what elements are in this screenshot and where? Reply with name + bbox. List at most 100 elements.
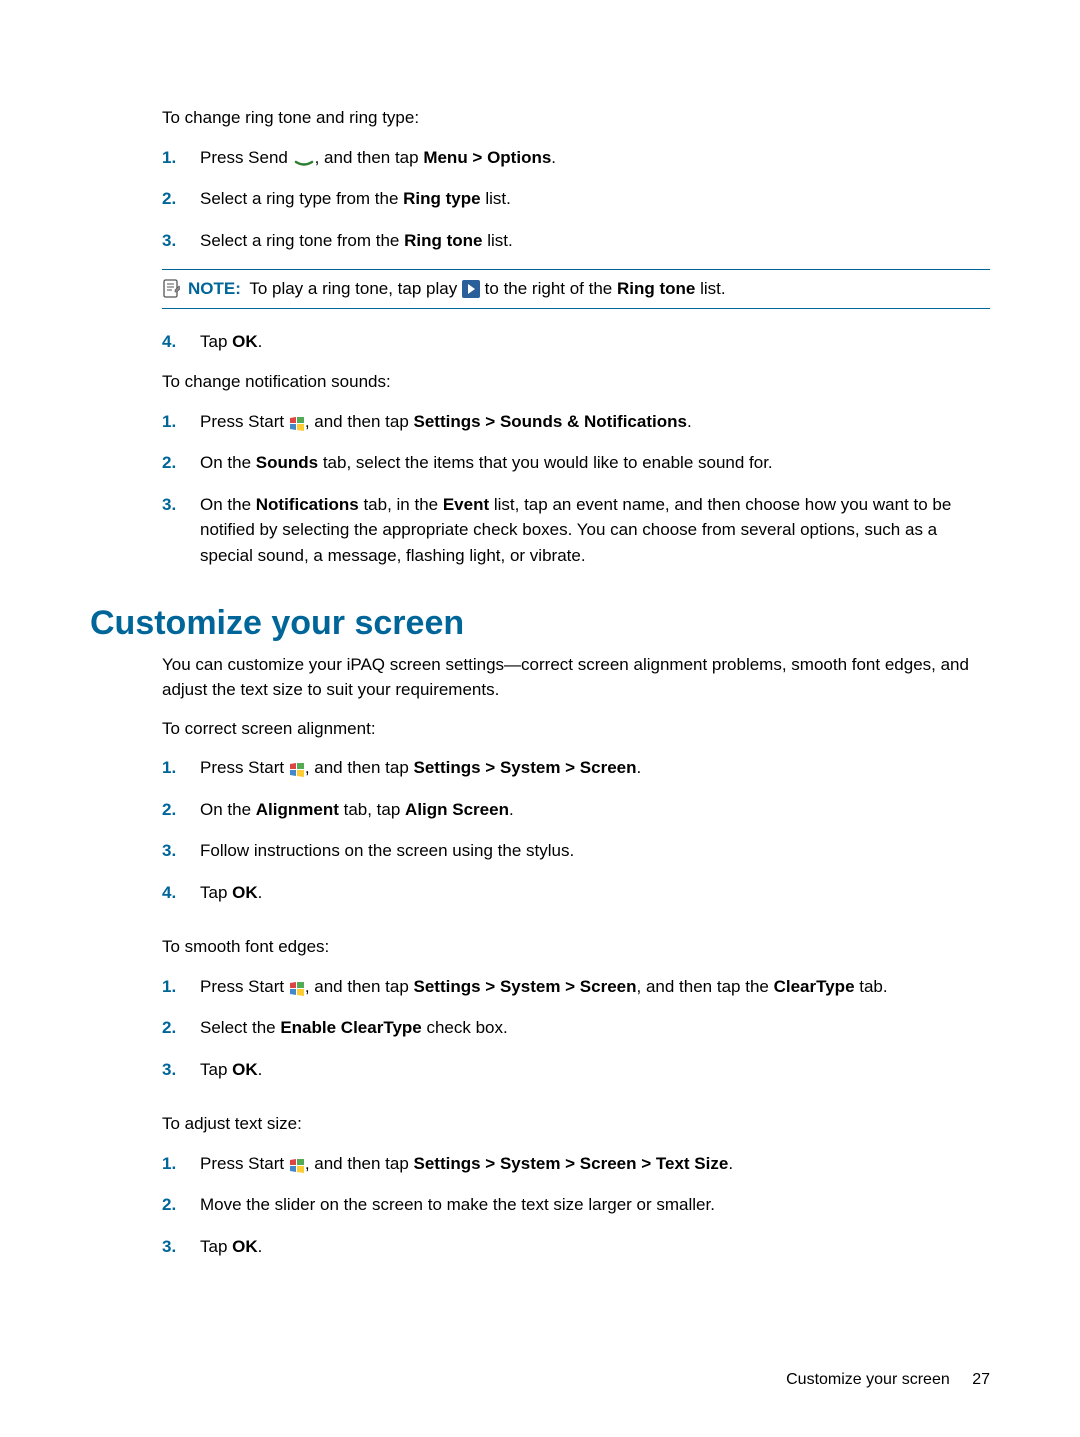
step-body: Press Start , and then tap Settings > Sy… [200,1151,990,1177]
intro-size: To adjust text size: [162,1112,990,1137]
text: , and then tap [315,148,424,167]
step-4: 4. Tap OK. [162,329,990,355]
text: list. [481,189,511,208]
start-icon [289,982,305,996]
steps-size: 1. Press Start , and then tap Settings >… [162,1151,990,1260]
step-2: 2. Move the slider on the screen to make… [162,1192,990,1218]
step-2: 2. On the Alignment tab, tap Align Scree… [162,797,990,823]
bold: Ring tone [617,279,695,298]
text: to the right of the [480,279,617,298]
step-num: 1. [162,755,200,781]
step-body: Press Start , and then tap Settings > Sy… [200,974,990,1000]
intro-ring: To change ring tone and ring type: [162,106,990,131]
text: Tap [200,1060,232,1079]
step-body: Tap OK. [200,329,990,355]
intro-smooth: To smooth font edges: [162,935,990,960]
text: , and then tap [305,1154,414,1173]
bold: OK [232,332,258,351]
bold: Ring tone [404,231,482,250]
intro-align: To correct screen alignment: [162,717,990,742]
steps-smooth: 1. Press Start , and then tap Settings >… [162,974,990,1083]
step-body: Press Start , and then tap Settings > So… [200,409,990,435]
step-num: 1. [162,1151,200,1177]
step-num: 2. [162,1015,200,1041]
bold: OK [232,1237,258,1256]
bold: Enable ClearType [280,1018,421,1037]
step-1: 1. Press Start , and then tap Settings >… [162,974,990,1000]
text: . [687,412,692,431]
step-3: 3. Follow instructions on the screen usi… [162,838,990,864]
steps-ring: 1. Press Send , and then tap Menu > Opti… [162,145,990,254]
bold: Align Screen [405,800,509,819]
bold: Sounds [256,453,318,472]
step-num: 3. [162,1057,200,1083]
step-body: Select a ring type from the Ring type li… [200,186,990,212]
text: Press Send [200,148,293,167]
step-body: Tap OK. [200,1234,990,1260]
note-content: NOTE: To play a ring tone, tap play to t… [188,276,726,302]
steps-notif: 1. Press Start , and then tap Settings >… [162,409,990,569]
text: Tap [200,1237,232,1256]
text: tab, tap [339,800,405,819]
intro-notif: To change notification sounds: [162,370,990,395]
step-num: 4. [162,880,200,906]
text: tab, in the [359,495,443,514]
step-body: Tap OK. [200,880,990,906]
bold: Event [443,495,489,514]
text: , and then tap [305,758,414,777]
step-body: Select a ring tone from the Ring tone li… [200,228,990,254]
step-num: 2. [162,450,200,476]
text: Select the [200,1018,280,1037]
start-icon [289,763,305,777]
text: On the [200,800,256,819]
text: . [728,1154,733,1173]
text: To play a ring tone, tap play [249,279,462,298]
text: Press Start [200,1154,289,1173]
send-icon [293,153,315,167]
bold: Menu > Options [423,148,551,167]
step-1: 1. Press Start , and then tap Settings >… [162,755,990,781]
footer-text: Customize your screen [786,1371,950,1388]
text: . [258,1060,263,1079]
text: Select a ring tone from the [200,231,404,250]
bold: Settings > System > Screen [414,758,637,777]
bold: Ring type [403,189,480,208]
bold: Notifications [256,495,359,514]
step-num: 1. [162,145,200,171]
note-label: NOTE: [188,279,241,298]
text: On the [200,453,256,472]
text: Tap [200,883,232,902]
heading-customize: Customize your screen [90,604,990,643]
step-2: 2. On the Sounds tab, select the items t… [162,450,990,476]
text: list. [483,231,513,250]
text: . [258,332,263,351]
note-icon [162,279,180,299]
step-num: 2. [162,186,200,212]
play-icon [462,280,480,298]
text: tab. [855,977,888,996]
steps-align: 1. Press Start , and then tap Settings >… [162,755,990,905]
text: Move the slider on the screen to make th… [200,1195,715,1214]
step-1: 1. Press Start , and then tap Settings >… [162,409,990,435]
step-3: 3. On the Notifications tab, in the Even… [162,492,990,569]
text: , and then tap [305,977,414,996]
note-box: NOTE: To play a ring tone, tap play to t… [162,269,990,309]
bold: OK [232,883,258,902]
step-num: 2. [162,797,200,823]
customize-section: You can customize your iPAQ screen setti… [162,653,990,1259]
text: tab, select the items that you would lik… [318,453,773,472]
bold: Alignment [256,800,339,819]
step-body: Press Start , and then tap Settings > Sy… [200,755,990,781]
step-body: Move the slider on the screen to make th… [200,1192,990,1218]
step-num: 3. [162,492,200,518]
text: . [637,758,642,777]
step-3: 3. Tap OK. [162,1234,990,1260]
step-body: Follow instructions on the screen using … [200,838,990,864]
text: , and then tap [305,412,414,431]
text: Select a ring type from the [200,189,403,208]
text: Tap [200,332,232,351]
page: To change ring tone and ring type: 1. Pr… [0,0,1080,1437]
step-body: Press Send , and then tap Menu > Options… [200,145,990,171]
footer-page: 27 [972,1371,990,1388]
text: check box. [422,1018,508,1037]
